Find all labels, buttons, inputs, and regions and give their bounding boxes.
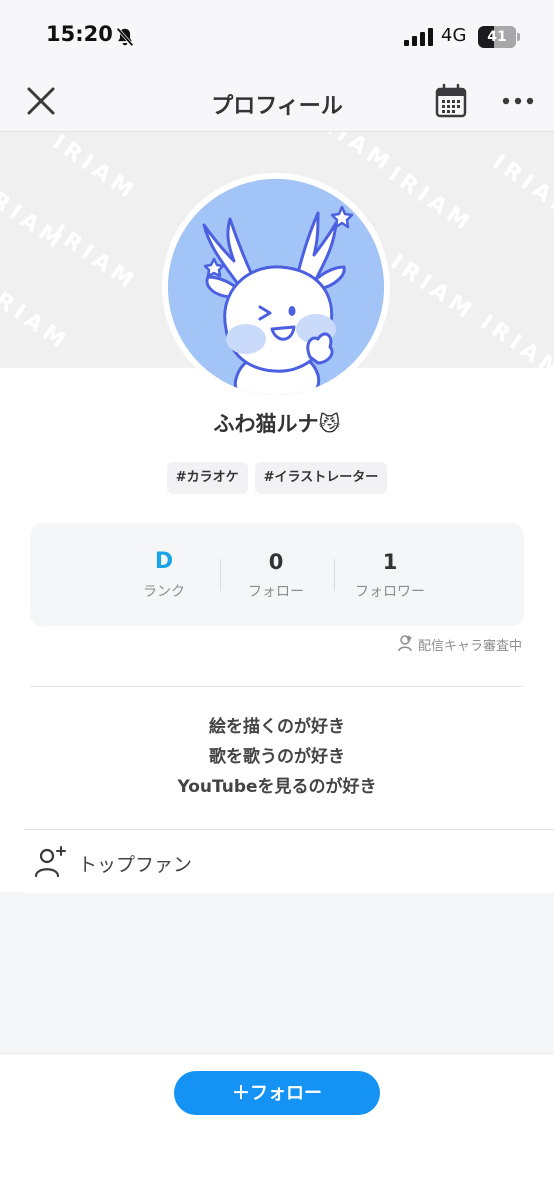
banner-watermark: IRIAM	[487, 150, 554, 227]
profile-content	[0, 368, 554, 892]
stats-card: D ランク 0 フォロー 1 フォロワー	[30, 523, 524, 626]
banner-watermark: IRIAM	[47, 132, 142, 207]
follow-count: 0	[268, 550, 284, 574]
rank-value: D	[154, 549, 174, 574]
follow-label: フォロー	[248, 584, 304, 600]
banner-watermark: IRIAM	[385, 250, 480, 327]
banner-watermark: IRIAM	[383, 162, 478, 239]
bio-line: 歌を歌うのが好き	[209, 747, 345, 767]
follow-button[interactable]: ＋フォロー	[174, 1071, 380, 1115]
tag-list: #カラオケ #イラストレーター	[0, 462, 554, 494]
profile-bio: 絵を描くのが好き 歌を歌うのが好き YouTubeを見るのが好き	[0, 712, 554, 802]
bell-muted-icon	[116, 27, 134, 47]
rank-label: ランク	[143, 584, 185, 600]
profile-name: ふわ猫ルナ😼	[213, 412, 341, 436]
more-icon[interactable]	[498, 86, 538, 116]
divider	[30, 686, 524, 687]
banner-watermark: IRIAM	[47, 220, 142, 297]
banner-watermark: IRIAM	[303, 132, 398, 179]
stat-follow[interactable]: 0 フォロー	[236, 547, 316, 601]
stat-followers[interactable]: 1 フォロワー	[346, 547, 434, 601]
tag-karaoke[interactable]: #カラオケ	[166, 462, 248, 494]
banner-watermark: IRIAM	[0, 280, 74, 357]
network-label: 4G	[441, 25, 467, 46]
avatar[interactable]	[168, 179, 384, 395]
banner-watermark: IRIAM	[475, 310, 554, 368]
character-review-icon	[398, 635, 412, 652]
stat-rank[interactable]: D ランク	[134, 547, 194, 601]
page-title: プロフィール	[211, 94, 343, 119]
add-user-icon	[34, 846, 66, 878]
deer-character-illustration	[168, 179, 384, 395]
battery-level: 41	[487, 29, 507, 45]
nav-bar: プロフィール	[0, 70, 554, 132]
bio-line: 絵を描くのが好き	[209, 717, 345, 737]
review-status-text: 配信キャラ審査中	[418, 639, 523, 654]
followers-label: フォロワー	[355, 584, 425, 600]
signal-icon	[404, 28, 433, 46]
top-fan-label: トップファン	[78, 854, 193, 876]
followers-count: 1	[382, 550, 398, 574]
calendar-icon[interactable]	[432, 82, 470, 120]
bio-line: YouTubeを見るのが好き	[177, 777, 377, 797]
status-time: 15:20	[46, 22, 113, 46]
status-bar: 15:20 4G 41	[0, 0, 554, 70]
top-fan-row[interactable]: トップファン	[24, 829, 554, 893]
tag-illustrator[interactable]: #イラストレーター	[254, 462, 388, 494]
stat-divider	[334, 559, 335, 591]
stat-divider	[220, 559, 221, 591]
battery-icon: 41	[478, 26, 516, 48]
